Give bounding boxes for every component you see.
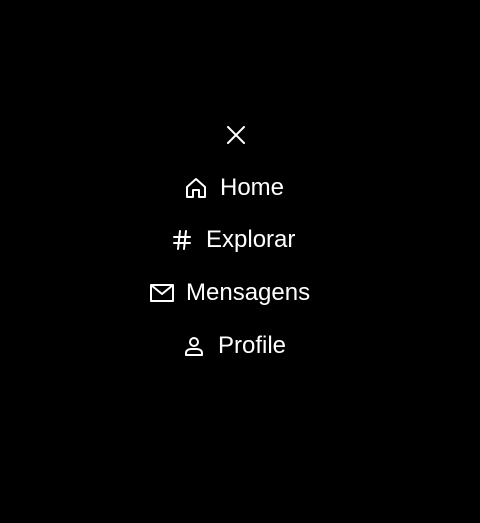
menu-item-profile[interactable]: Profile <box>181 329 286 363</box>
menu-item-home[interactable]: Home <box>183 171 284 205</box>
mail-icon <box>149 280 175 306</box>
menu-item-messages[interactable]: Mensagens <box>149 276 310 310</box>
close-menu-button[interactable] <box>224 123 248 147</box>
mobile-menu-overlay: Home Explorar Mensagens Profile <box>0 0 480 523</box>
menu-item-explore[interactable]: Explorar <box>169 223 295 257</box>
hashtag-icon <box>169 227 195 253</box>
menu-item-profile-label: Profile <box>218 332 287 359</box>
close-icon <box>227 126 245 144</box>
menu-item-explore-label: Explorar <box>206 226 296 253</box>
menu-item-home-label: Home <box>220 174 285 201</box>
menu-item-messages-label: Mensagens <box>186 279 311 306</box>
home-icon <box>183 175 209 201</box>
user-icon <box>181 333 207 359</box>
